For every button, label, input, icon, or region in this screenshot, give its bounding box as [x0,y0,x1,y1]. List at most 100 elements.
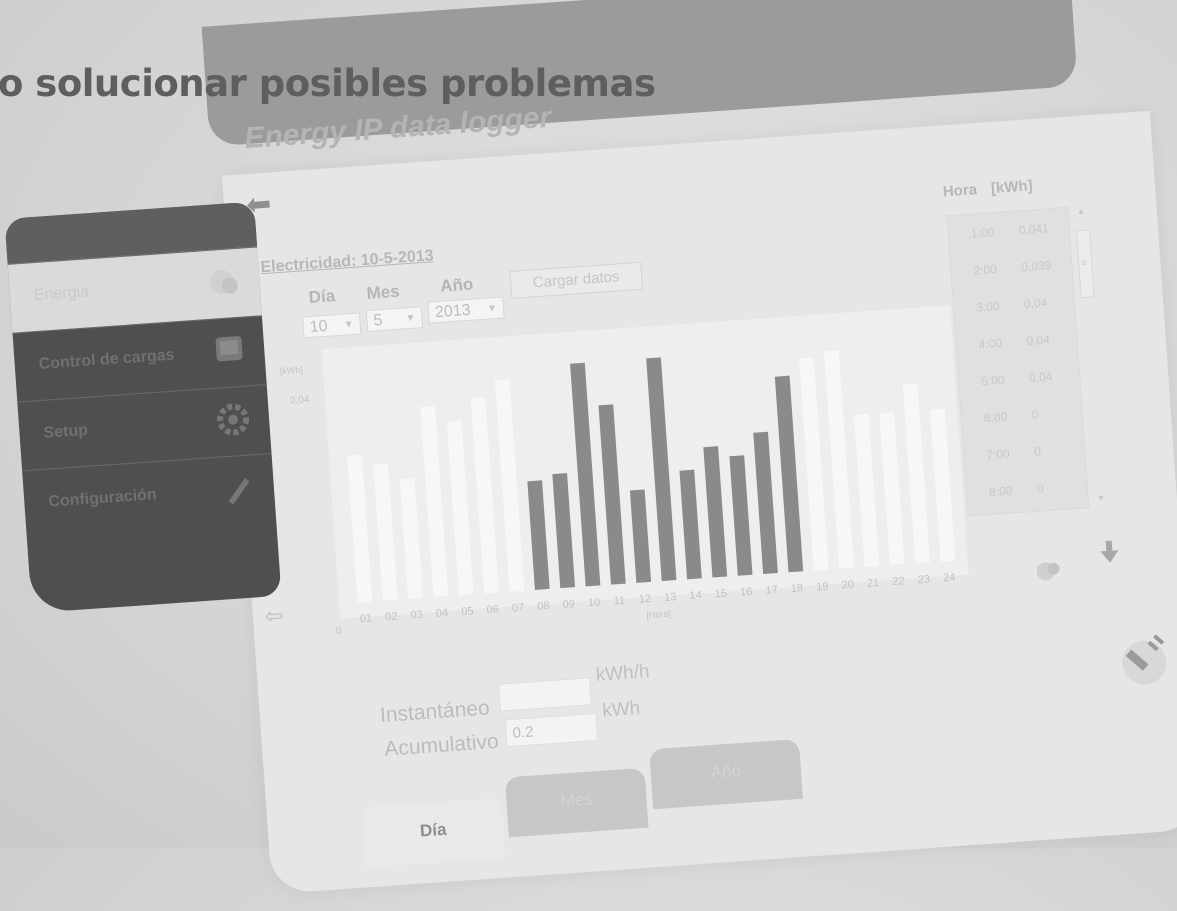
year-select[interactable]: 2013 ▼ [427,296,505,324]
energy-chart: [kWh] 0,04 0 01 02 03 04 05 06 07 08 09 10 11 12 13 14 15… [276,305,976,662]
y-axis-label: [kWh] [279,365,303,377]
chart-bar [570,362,601,587]
x-tick-label: 23 [917,573,930,586]
gear-icon [214,400,252,438]
table-cell-hour: 4:00 [978,335,1003,352]
chart-bar [373,463,398,601]
exit-icon[interactable]: ⇦ [264,602,293,629]
table-head-hour: Hora [942,181,978,201]
scroll-grip-icon: ≡ [1080,257,1088,270]
pencil-icon [219,469,257,507]
table-row: 8:00 0 [966,466,1088,511]
x-tick-label: 19 [816,580,829,593]
chart-bar [774,375,804,573]
plug-icon [1112,621,1177,695]
x-tick-label: 11 [613,595,625,608]
scroll-down-icon[interactable]: ▼ [1096,493,1106,504]
table-cell-hour: 5:00 [980,372,1006,389]
x-tick-label: 10 [588,596,601,609]
table-cell-hour: 3:00 [975,298,1000,315]
x-axis-label: [Hora] [646,609,671,621]
table-cell-kwh: 0 [1036,481,1045,496]
instant-unit: kWh/h [595,661,651,686]
chart-svg: [kWh] 0,04 0 01 02 03 04 05 06 07 08 09 10 11 12 13 14 15… [279,350,956,637]
chart-bar [879,412,905,566]
x-tick-label: 01 [359,612,372,625]
cumulative-unit: kWh [601,697,641,722]
y-tick-label: 0,04 [290,394,311,406]
tab-mes[interactable]: Mes [504,767,649,838]
day-select-value: 10 [309,317,329,336]
chart-bar [494,378,525,592]
chart-bar [446,420,474,596]
chart-bar [753,431,778,574]
chart-bar [646,357,677,582]
chart-bar [527,480,550,590]
table-cell-kwh: 0 [1031,407,1039,422]
chart-bar [729,455,753,576]
scroll-up-icon[interactable]: ▲ [1076,206,1086,217]
table-cell-kwh: 0,04 [1026,332,1051,349]
chart-bar [552,473,576,589]
chevron-down-icon: ▼ [405,312,416,325]
sidebar-item-label: Control de cargas [38,346,176,373]
chart-bar [799,357,829,571]
y-tick-label: 0 [336,626,343,637]
month-select[interactable]: 5 ▼ [365,306,424,333]
tab-ano[interactable]: Año [649,738,803,810]
x-tick-label: 22 [892,575,905,588]
x-tick-label: 07 [512,602,525,615]
year-select-value: 2013 [434,301,472,322]
chart-bar [470,396,499,594]
chevron-down-icon: ▼ [486,302,498,315]
x-tick-label: 21 [867,577,880,590]
sidebar: Energia Control de cargas Setup Configur… [4,201,282,614]
day-select[interactable]: 10 ▼ [302,312,362,339]
table-cell-kwh: 0,04 [1028,369,1053,385]
hourly-table: 1:00 0,041 2:00 0,039 3:00 0,04 4:00 0,04 5:00 0,… [946,206,1090,517]
chart-bar [824,350,854,569]
x-tick-label: 09 [562,598,575,611]
chart-bar [629,489,652,583]
x-tick-label: 16 [740,586,753,599]
chart-bar [347,454,373,603]
month-label: Mes [365,281,401,303]
page-heading: o solucionar posibles problemas [0,62,656,105]
chart-bar [929,408,956,562]
tab-dia[interactable]: Día [361,797,506,868]
refresh-icon[interactable] [1033,554,1065,586]
chart-bar [902,383,930,564]
year-label: Año [439,274,474,296]
sidebar-item-label: Setup [42,421,89,442]
table-cell-kwh: 0 [1033,444,1042,459]
table-cell-hour: 7:00 [985,446,1011,463]
x-tick-label: 05 [461,605,474,618]
sidebar-item-label: Configuración [47,486,158,511]
x-tick-label: 18 [791,582,804,595]
table-cell-hour: 1:00 [970,225,995,241]
table-cell-kwh: 0,041 [1018,221,1050,238]
table-cell-hour: 8:00 [988,483,1013,500]
x-tick-label: 13 [664,591,677,604]
table-cell-kwh: 0,04 [1023,295,1048,312]
x-tick-label: 02 [385,611,398,624]
download-icon[interactable] [1093,536,1125,568]
month-select-value: 5 [372,311,384,330]
x-tick-label: 08 [537,600,550,613]
table-cell-kwh: 0,039 [1020,258,1052,275]
chart-bar [598,404,626,585]
chart-bar [853,413,880,567]
x-tick-label: 06 [486,604,499,617]
x-tick-label: 14 [689,589,702,602]
chevron-down-icon: ▼ [343,318,355,331]
energy-meter-icon [204,263,242,301]
device-screen: Energy IP data logger ⬅ Energia Control … [0,0,1177,895]
chart-bar [420,405,449,598]
x-tick-label: 03 [410,609,423,622]
chart-bar [679,469,702,580]
table-cell-hour: 6:00 [983,409,1008,426]
table-head-kwh: [kWh] [990,177,1034,198]
x-tick-label: 12 [638,593,651,606]
chart-bar [399,478,423,599]
day-label: Día [308,286,336,307]
